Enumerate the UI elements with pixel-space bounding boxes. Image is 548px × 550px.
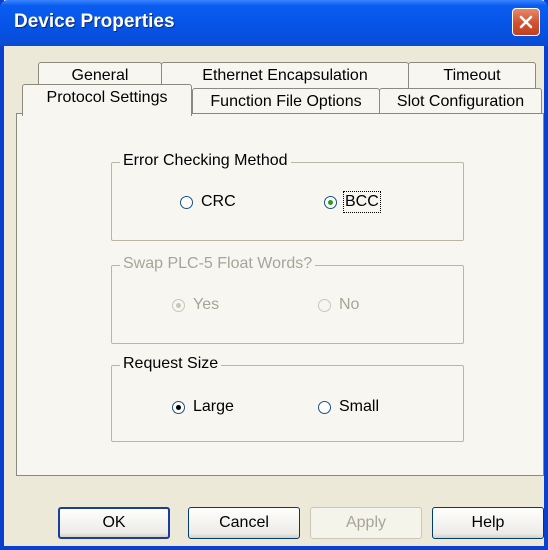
radio-yes[interactable]: Yes	[172, 296, 219, 314]
radio-button-checked-icon	[324, 195, 337, 209]
tab-function-file-options[interactable]: Function File Options	[192, 88, 380, 115]
tab-protocol-settings[interactable]: Protocol Settings	[22, 84, 192, 116]
swap-float-label: Swap PLC-5 Float Words?	[120, 255, 316, 273]
close-icon	[519, 15, 533, 29]
swap-float-group: Swap PLC-5 Float Words? Yes No	[111, 255, 464, 344]
radio-bcc[interactable]: BCC	[324, 191, 381, 213]
radio-crc[interactable]: CRC	[180, 193, 236, 211]
request-size-group: Request Size Large Small	[111, 355, 464, 442]
close-button[interactable]	[512, 8, 540, 36]
tab-timeout[interactable]: Timeout	[408, 62, 536, 89]
tab-ethernet-encapsulation[interactable]: Ethernet Encapsulation	[161, 62, 409, 89]
title-bar[interactable]: Device Properties	[0, 0, 548, 46]
tab-slot-configuration[interactable]: Slot Configuration	[379, 88, 542, 115]
radio-yes-label: Yes	[193, 296, 220, 313]
ok-button[interactable]: OK	[58, 507, 170, 539]
radio-button-icon	[318, 400, 331, 414]
apply-button[interactable]: Apply	[310, 507, 422, 539]
radio-small-label: Small	[339, 398, 380, 415]
device-properties-dialog: Device Properties General Ethernet Encap…	[0, 0, 548, 550]
radio-button-icon	[318, 298, 331, 312]
radio-button-checked-icon	[172, 298, 185, 312]
error-checking-label: Error Checking Method	[120, 152, 291, 170]
radio-bcc-label: BCC	[343, 191, 381, 213]
request-size-label: Request Size	[120, 355, 222, 373]
radio-no-label: No	[339, 296, 360, 313]
radio-small[interactable]: Small	[318, 398, 379, 416]
radio-no[interactable]: No	[318, 296, 359, 314]
radio-crc-label: CRC	[201, 193, 236, 210]
help-button[interactable]: Help	[432, 507, 544, 539]
tab-panel-protocol-settings: Error Checking Method CRC BCC Swap PLC-5…	[16, 113, 544, 476]
cancel-button[interactable]: Cancel	[188, 507, 300, 539]
radio-button-icon	[180, 195, 193, 209]
error-checking-group: Error Checking Method CRC BCC	[111, 152, 464, 241]
radio-large[interactable]: Large	[172, 398, 234, 416]
radio-large-label: Large	[193, 398, 234, 415]
window-title: Device Properties	[14, 11, 175, 32]
radio-button-checked-icon	[172, 400, 185, 414]
